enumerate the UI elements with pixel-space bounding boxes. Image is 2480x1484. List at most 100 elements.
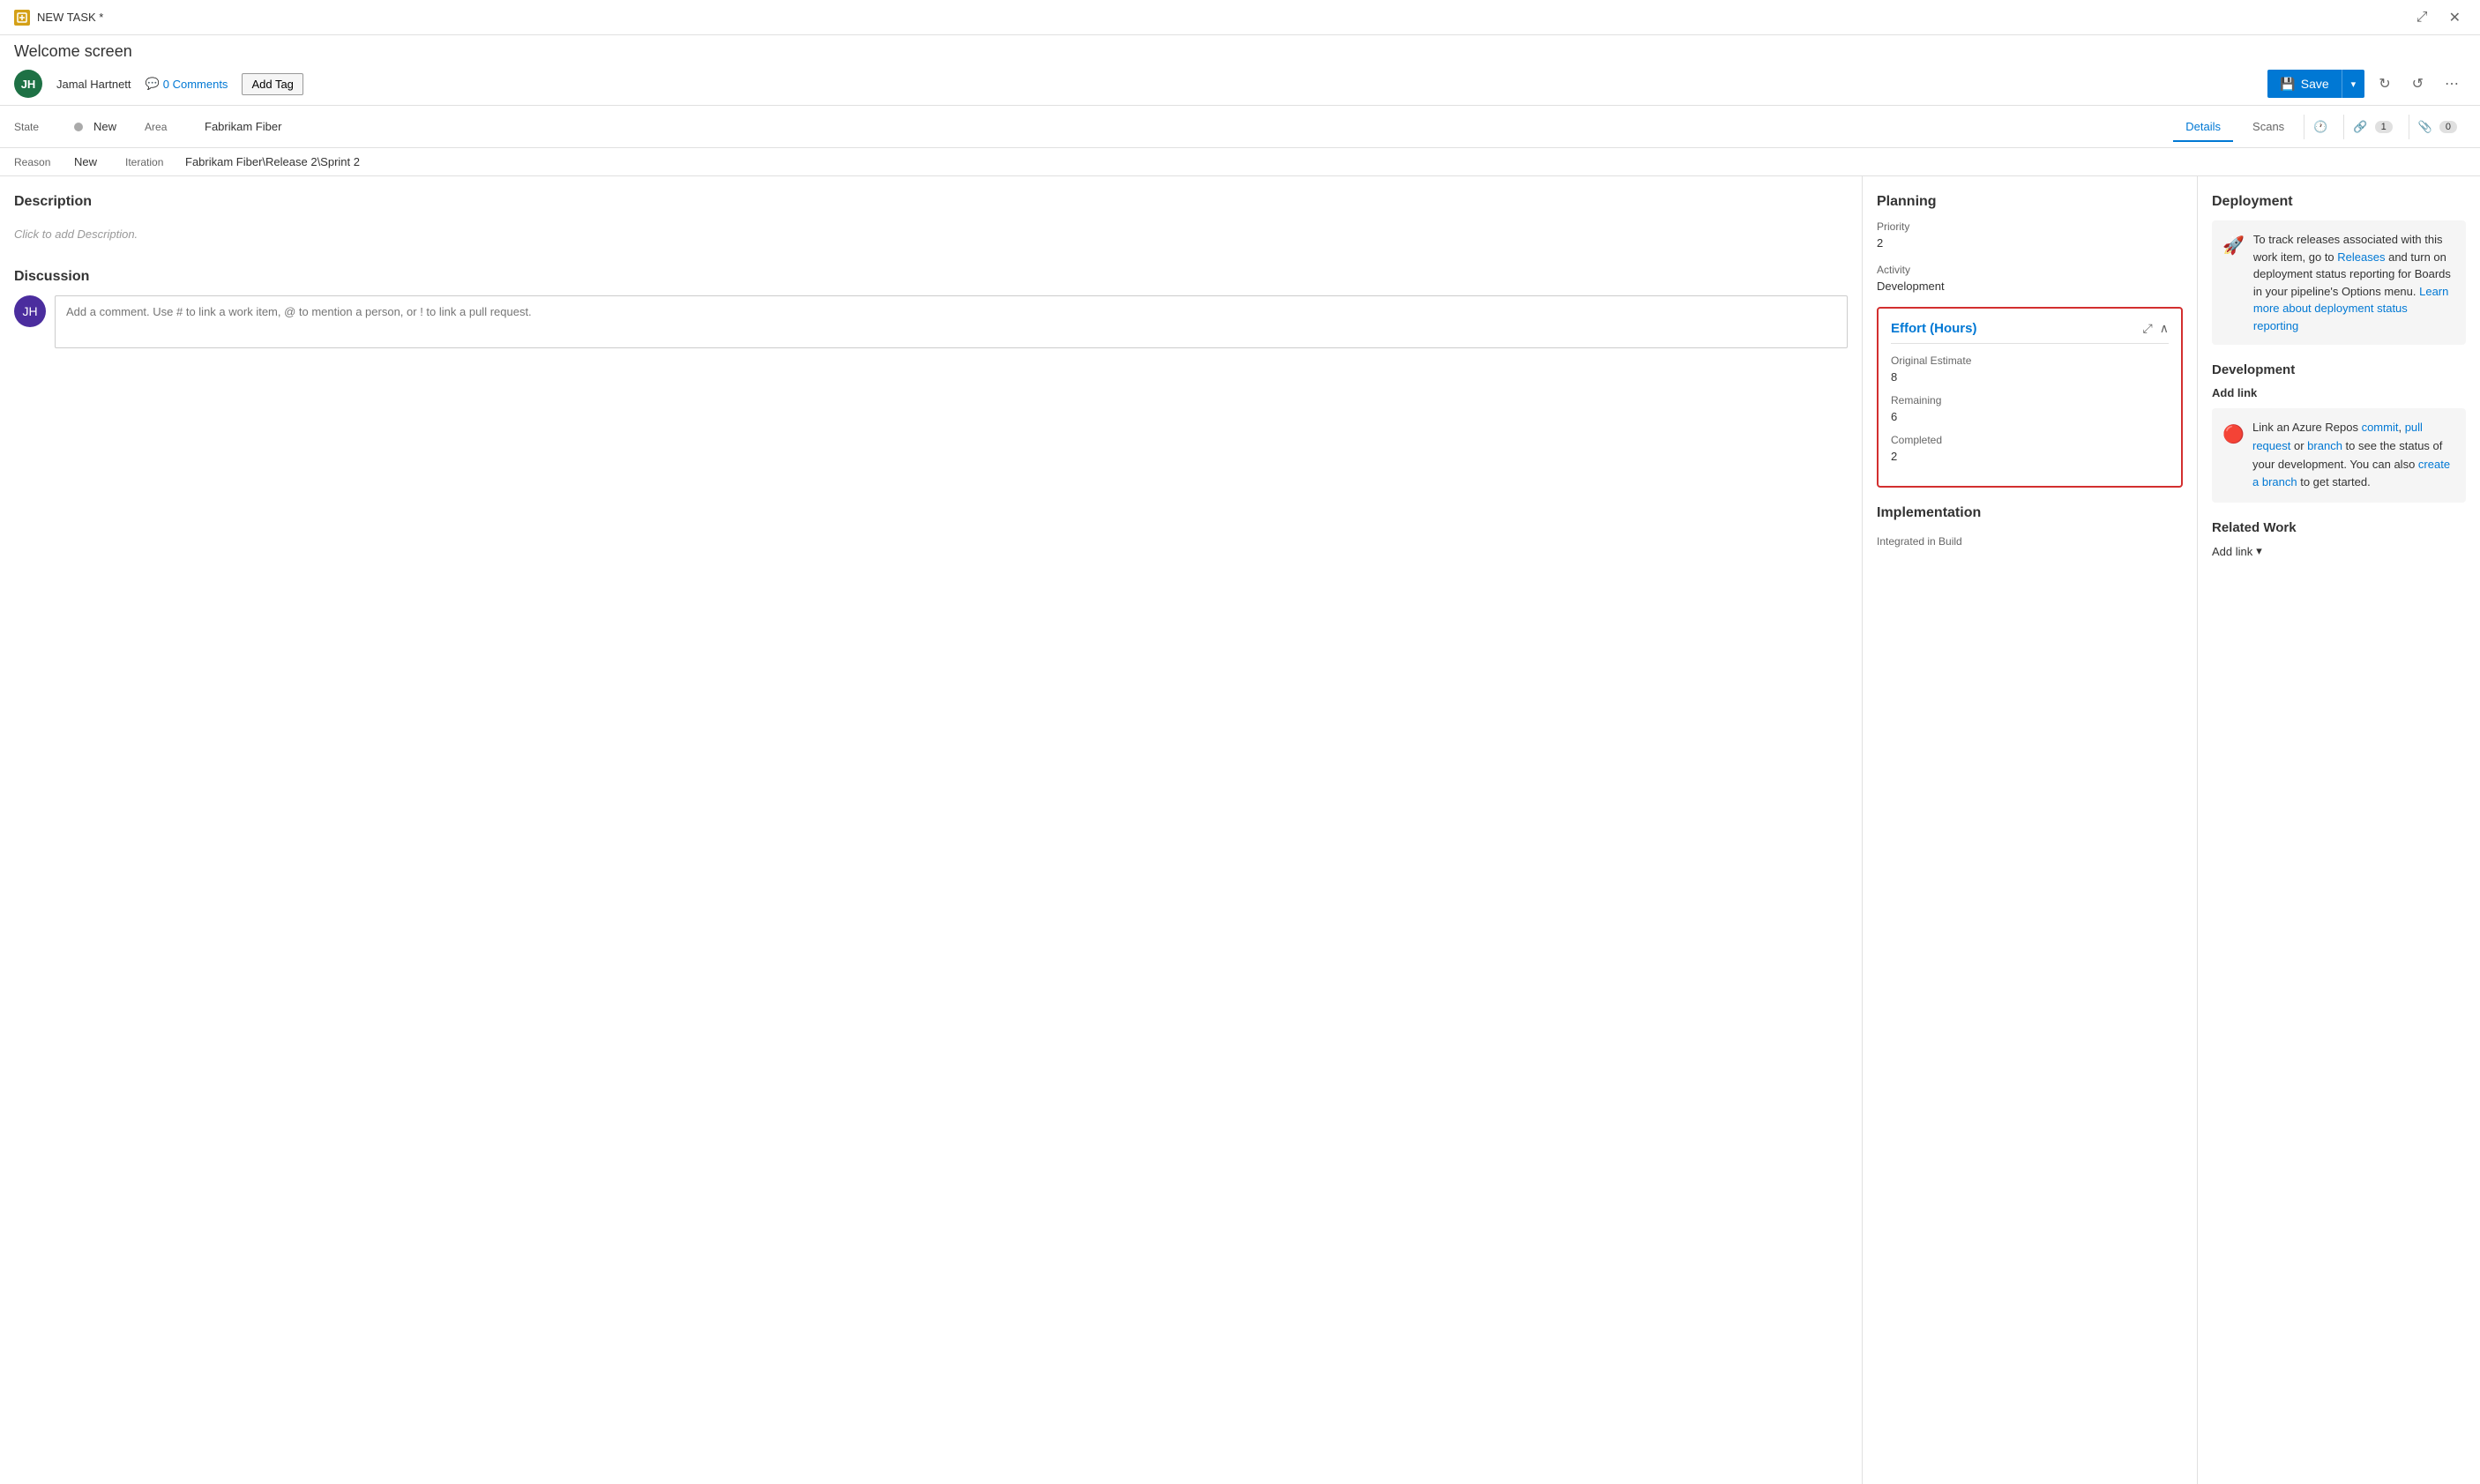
effort-expand-button[interactable]: ⤢ [2143, 321, 2153, 336]
original-estimate-value[interactable]: 8 [1891, 370, 2169, 384]
iteration-field: Iteration Fabrikam Fiber\Release 2\Sprin… [125, 155, 360, 168]
save-button[interactable]: 💾 Save [2267, 70, 2341, 98]
save-button-group: 💾 Save ▾ [2267, 70, 2364, 98]
discussion-user-initials: JH [22, 304, 37, 318]
title-bar-left: NEW TASK * [14, 10, 103, 26]
reason-label: Reason [14, 156, 67, 168]
header-meta: JH Jamal Hartnett 💬 0 Comments Add Tag 💾… [14, 70, 2466, 105]
iteration-value[interactable]: Fabrikam Fiber\Release 2\Sprint 2 [185, 155, 360, 168]
links-badge: 1 [2375, 121, 2393, 133]
state-value[interactable]: New [93, 120, 116, 133]
title-bar-controls: ⤢ ✕ [2411, 7, 2466, 28]
add-link-button[interactable]: Add link [2212, 386, 2466, 399]
state-field: State New [14, 120, 116, 133]
dev-text5: to get started. [2297, 475, 2371, 488]
attachments-icon: 📎 [2418, 120, 2432, 134]
discussion-avatar: JH [14, 295, 46, 327]
right-panel: Deployment 🚀 To track releases associate… [2198, 176, 2480, 1484]
effort-header-icons: ⤢ ∧ [2143, 321, 2169, 336]
discussion-title: Discussion [14, 269, 1848, 285]
left-panel: Description Click to add Description. Di… [0, 176, 1863, 1484]
state-dot [74, 123, 83, 131]
save-disk-icon: 💾 [2280, 77, 2295, 92]
tab-links[interactable]: 🔗 1 [2343, 115, 2401, 139]
fields-row: State New Area Fabrikam Fiber Details Sc… [0, 106, 2480, 148]
add-tag-button[interactable]: Add Tag [242, 73, 303, 95]
iteration-label: Iteration [125, 156, 178, 168]
activity-label: Activity [1877, 264, 2183, 276]
more-options-button[interactable]: ⋯ [2438, 71, 2466, 96]
development-title: Development [2212, 362, 2466, 377]
completed-field: Completed 2 [1891, 434, 2169, 463]
title-bar: NEW TASK * ⤢ ✕ [0, 0, 2480, 35]
effort-header: Effort (Hours) ⤢ ∧ [1891, 321, 2169, 344]
dev-text2: , [2398, 421, 2404, 434]
remaining-field: Remaining 6 [1891, 394, 2169, 423]
priority-label: Priority [1877, 220, 2183, 233]
middle-panel: Planning Priority 2 Activity Development… [1863, 176, 2198, 1484]
remaining-value[interactable]: 6 [1891, 410, 2169, 423]
chevron-down-icon: ▾ [2256, 544, 2262, 558]
comments-link[interactable]: 💬 0 Comments [146, 77, 228, 91]
effort-box: Effort (Hours) ⤢ ∧ Original Estimate 8 R… [1877, 307, 2183, 488]
fields-row-2: Reason New Iteration Fabrikam Fiber\Rele… [0, 148, 2480, 176]
add-link-label: Add link [2212, 386, 2257, 399]
completed-label: Completed [1891, 434, 2169, 446]
main-content: Description Click to add Description. Di… [0, 176, 2480, 1484]
tab-scans[interactable]: Scans [2240, 113, 2297, 142]
activity-value[interactable]: Development [1877, 280, 2183, 293]
area-field: Area Fabrikam Fiber [145, 120, 281, 133]
close-button[interactable]: ✕ [2444, 7, 2466, 28]
refresh-button[interactable]: ↻ [2372, 71, 2397, 96]
avatar: JH [14, 70, 42, 98]
reason-field: Reason New [14, 155, 97, 168]
tab-attachments[interactable]: 📎 0 [2409, 115, 2466, 139]
related-work-add-label: Add link [2212, 545, 2252, 558]
commit-link[interactable]: commit [2362, 421, 2399, 434]
completed-value[interactable]: 2 [1891, 450, 2169, 463]
remaining-label: Remaining [1891, 394, 2169, 406]
tabs-row: Details Scans 🕐 🔗 1 📎 0 [2173, 113, 2466, 140]
deployment-box: 🚀 To track releases associated with this… [2212, 220, 2466, 345]
discussion-comment-input[interactable] [55, 295, 1848, 348]
undo-button[interactable]: ↺ [2405, 71, 2431, 96]
tab-history[interactable]: 🕐 [2304, 115, 2336, 139]
effort-title: Effort (Hours) [1891, 321, 1977, 336]
effort-collapse-button[interactable]: ∧ [2160, 321, 2169, 336]
discussion-input-row: JH [14, 295, 1848, 348]
header-area: Welcome screen JH Jamal Hartnett 💬 0 Com… [0, 35, 2480, 106]
comment-icon: 💬 [146, 77, 160, 91]
dev-link-box: 🔴 Link an Azure Repos commit, pull reque… [2212, 408, 2466, 503]
activity-field: Activity Development [1877, 264, 2183, 293]
deployment-icon: 🚀 [2222, 233, 2245, 334]
integrated-in-build-label: Integrated in Build [1877, 535, 2183, 548]
deployment-title: Deployment [2212, 194, 2466, 210]
area-label: Area [145, 121, 198, 133]
page-title: Welcome screen [14, 42, 2466, 61]
comments-count: 0 Comments [163, 78, 228, 91]
discussion-area: Discussion JH [14, 269, 1848, 348]
related-work-title: Related Work [2212, 520, 2466, 535]
planning-title: Planning [1877, 194, 2183, 210]
state-label: State [14, 121, 67, 133]
header-meta-left: JH Jamal Hartnett 💬 0 Comments Add Tag [14, 70, 303, 98]
reason-value[interactable]: New [74, 155, 97, 168]
releases-link[interactable]: Releases [2337, 250, 2385, 264]
area-value[interactable]: Fabrikam Fiber [205, 120, 281, 133]
attachments-badge: 0 [2439, 121, 2457, 133]
save-dropdown-button[interactable]: ▾ [2342, 70, 2365, 98]
related-work-add-link[interactable]: Add link ▾ [2212, 544, 2466, 558]
description-input[interactable]: Click to add Description. [14, 220, 1848, 248]
maximize-button[interactable]: ⤢ [2411, 7, 2433, 28]
priority-value[interactable]: 2 [1877, 236, 2183, 250]
tab-details[interactable]: Details [2173, 113, 2233, 142]
header-meta-right: 💾 Save ▾ ↻ ↺ ⋯ [2267, 70, 2466, 98]
azure-repos-icon: 🔴 [2222, 421, 2244, 442]
dev-link-text: Link an Azure Repos commit, pull request… [2252, 419, 2455, 492]
description-title: Description [14, 194, 1848, 210]
original-estimate-label: Original Estimate [1891, 354, 2169, 367]
task-icon [14, 10, 30, 26]
related-work-section: Related Work Add link ▾ [2212, 520, 2466, 558]
branch-link[interactable]: branch [2307, 439, 2342, 452]
window-title: NEW TASK * [37, 11, 103, 24]
